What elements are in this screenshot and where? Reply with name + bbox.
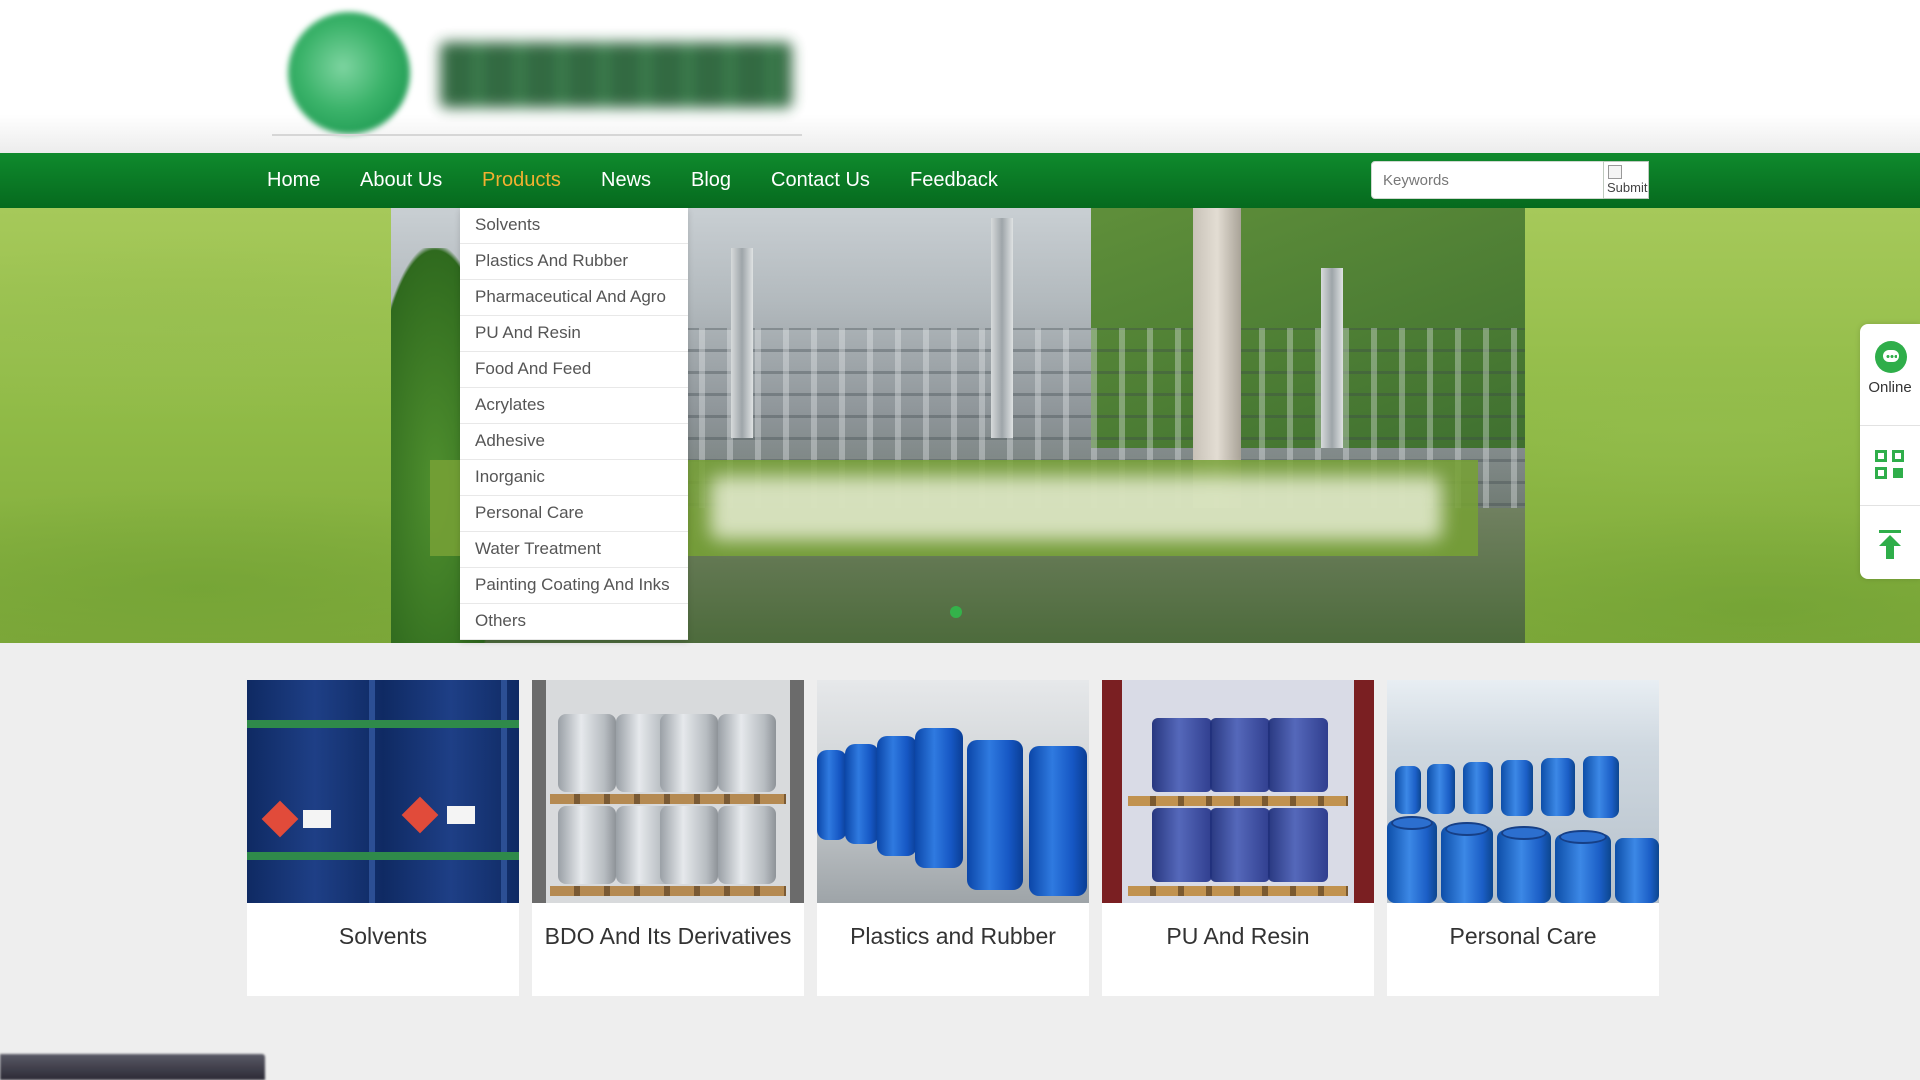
product-card-label[interactable]: Solvents <box>247 923 519 950</box>
side-online-label: Online <box>1868 379 1912 396</box>
main-nav: Home About Us Products News Blog Contact… <box>0 153 1920 208</box>
logo-mark <box>288 12 410 134</box>
product-image[interactable] <box>532 680 804 903</box>
search-submit-label: Submit <box>1607 179 1648 195</box>
products-dropdown: Solvents Plastics And Rubber Pharmaceuti… <box>460 208 688 640</box>
nav-products[interactable]: Products <box>482 153 561 208</box>
nav-home[interactable]: Home <box>267 153 320 208</box>
nav-news[interactable]: News <box>601 153 651 208</box>
product-image[interactable] <box>817 680 1089 903</box>
dropdown-item-others[interactable]: Others <box>460 604 688 640</box>
dropdown-item-food-and-feed[interactable]: Food And Feed <box>460 352 688 388</box>
bottom-chat-bar[interactable] <box>0 1054 265 1080</box>
dropdown-item-adhesive[interactable]: Adhesive <box>460 424 688 460</box>
product-card-solvents[interactable]: Solvents <box>247 680 519 996</box>
flammable-hazard-icon <box>261 800 299 838</box>
chat-icon <box>1875 341 1907 373</box>
product-card-label[interactable]: BDO And Its Derivatives <box>532 923 804 950</box>
dropdown-item-acrylates[interactable]: Acrylates <box>460 388 688 424</box>
banner-caption-text <box>710 476 1442 540</box>
side-float-panel: Online <box>1860 324 1920 579</box>
product-card-bdo-and-its-derivatives[interactable]: BDO And Its Derivatives <box>532 680 804 996</box>
qr-code-icon[interactable] <box>1875 450 1905 480</box>
site-header <box>0 0 1920 153</box>
nav-blog[interactable]: Blog <box>691 153 731 208</box>
nav-feedback[interactable]: Feedback <box>910 153 998 208</box>
dropdown-item-inorganic[interactable]: Inorganic <box>460 460 688 496</box>
dropdown-item-water-treatment[interactable]: Water Treatment <box>460 532 688 568</box>
logo-underline <box>272 134 802 136</box>
hero-banner <box>0 208 1920 643</box>
side-online-button[interactable]: Online <box>1860 324 1920 426</box>
nav-contact-us[interactable]: Contact Us <box>771 153 870 208</box>
back-to-top-icon[interactable] <box>1878 530 1902 560</box>
product-cards: Solvents BDO And Its Derivatives Plastic <box>247 680 1659 996</box>
dropdown-item-pu-and-resin[interactable]: PU And Resin <box>460 316 688 352</box>
dropdown-item-solvents[interactable]: Solvents <box>460 208 688 244</box>
nav-about-us[interactable]: About Us <box>360 153 442 208</box>
product-image[interactable] <box>1387 680 1659 903</box>
product-image[interactable] <box>1102 680 1374 903</box>
product-card-pu-and-resin[interactable]: PU And Resin <box>1102 680 1374 996</box>
flammable-hazard-icon <box>401 796 439 834</box>
search-submit-button[interactable]: Submit <box>1603 161 1649 199</box>
product-image[interactable] <box>247 680 519 903</box>
product-card-label[interactable]: PU And Resin <box>1102 923 1374 950</box>
product-card-label[interactable]: Personal Care <box>1387 923 1659 950</box>
logo-wordmark <box>440 42 792 108</box>
dropdown-item-pharmaceutical-and-agro[interactable]: Pharmaceutical And Agro <box>460 280 688 316</box>
product-card-plastics-and-rubber[interactable]: Plastics and Rubber <box>817 680 1089 996</box>
dropdown-item-plastics-and-rubber[interactable]: Plastics And Rubber <box>460 244 688 280</box>
slider-dot[interactable] <box>950 606 962 618</box>
product-card-personal-care[interactable]: Personal Care <box>1387 680 1659 996</box>
dropdown-item-painting-coating-and-inks[interactable]: Painting Coating And Inks <box>460 568 688 604</box>
broken-image-icon <box>1608 165 1622 179</box>
company-logo[interactable] <box>272 8 802 138</box>
product-card-label[interactable]: Plastics and Rubber <box>817 923 1089 950</box>
dropdown-item-personal-care[interactable]: Personal Care <box>460 496 688 532</box>
